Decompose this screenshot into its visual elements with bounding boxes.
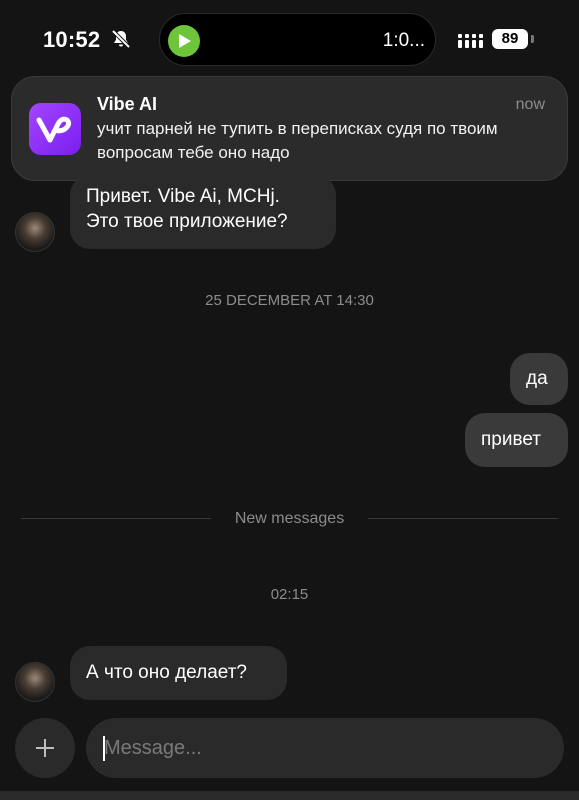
battery-icon: 89 <box>492 29 528 49</box>
avatar[interactable] <box>15 212 55 252</box>
keyboard-edge <box>0 791 579 800</box>
add-attachment-button[interactable] <box>15 718 75 778</box>
notification-time: now <box>515 96 545 113</box>
cellular-signal-icon <box>458 32 486 53</box>
notification-body: учит парней не тупить в переписках судя … <box>97 119 498 162</box>
bell-slash-icon <box>111 29 131 49</box>
message-text: Это твое приложение? <box>86 211 288 232</box>
message-input[interactable] <box>86 718 564 778</box>
message-bubble-outgoing[interactable]: привет <box>465 413 568 467</box>
message-bubble-outgoing[interactable]: да <box>510 353 568 405</box>
status-time: 10:52 <box>43 27 101 52</box>
notification-app-name: Vibe AI <box>97 94 158 114</box>
play-icon[interactable] <box>168 25 200 57</box>
date-separator: 25 DECEMBER AT 14:30 <box>205 292 374 309</box>
avatar[interactable] <box>15 662 55 702</box>
battery-tip <box>531 35 534 43</box>
live-activity-time: 1:0... <box>382 30 425 51</box>
message-text: да <box>526 368 548 389</box>
push-notification[interactable]: Vibe AI now учит парней не тупить в пере… <box>11 76 568 181</box>
dynamic-island[interactable]: 1:0... <box>159 13 436 66</box>
message-text: привет <box>481 429 541 450</box>
plus-icon <box>36 739 54 757</box>
message-bubble-incoming[interactable]: Привет. Vibe Ai, MCHj. Это твое приложен… <box>70 175 336 249</box>
message-text: А что оно делает? <box>86 662 247 683</box>
vibe-ai-logo-icon <box>29 103 81 155</box>
time-separator: 02:15 <box>270 586 309 603</box>
message-bubble-incoming[interactable]: А что оно делает? <box>70 646 287 700</box>
text-caret <box>103 736 105 761</box>
new-messages-label: New messages <box>234 510 345 527</box>
message-text: Привет. Vibe Ai, MCHj. <box>86 186 280 207</box>
